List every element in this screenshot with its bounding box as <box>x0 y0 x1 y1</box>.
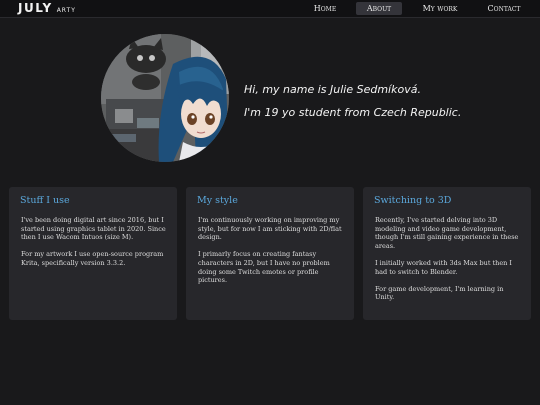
card-paragraph: I initially worked with 3ds Max but then… <box>375 258 512 276</box>
card-stuff-i-use: Stuff I use I've been doing digital art … <box>9 187 177 320</box>
card-paragraph: I primarly focus on creating fantasy cha… <box>198 250 330 285</box>
card-title: Stuff I use <box>20 195 70 206</box>
nav-about[interactable]: About <box>356 2 402 15</box>
card-my-style: My style I'm continuously working on imp… <box>186 187 354 320</box>
nav-contact[interactable]: Contact <box>478 2 530 15</box>
logo-subtext: ARTY <box>56 7 76 14</box>
avatar-illustration <box>101 34 229 162</box>
card-paragraph: For game development, I'm learning in Un… <box>375 284 504 302</box>
nav-my-work[interactable]: My work <box>414 2 466 15</box>
intro-line-name: Hi, my name is Julie Sedmíková. <box>244 83 421 96</box>
nav-home[interactable]: Home <box>305 2 345 15</box>
card-paragraph: Recently, I've started delving into 3D m… <box>375 216 519 250</box>
card-paragraph: I'm continuously working on improving my… <box>198 216 342 242</box>
intro-line-bio: I'm 19 yo student from Czech Republic. <box>244 106 462 119</box>
site-logo[interactable]: JULY ARTY <box>18 2 76 15</box>
card-switching-to-3d: Switching to 3D Recently, I've started d… <box>363 187 531 320</box>
card-title: Switching to 3D <box>374 195 452 206</box>
card-paragraph: I've been doing digital art since 2016, … <box>21 216 166 242</box>
card-paragraph: For my artwork I use open-source program… <box>21 250 164 267</box>
logo-text: JULY <box>18 1 53 15</box>
card-title: My style <box>197 195 238 206</box>
profile-avatar <box>101 34 229 162</box>
navbar: JULY ARTY Home About My work Contact <box>0 0 540 18</box>
